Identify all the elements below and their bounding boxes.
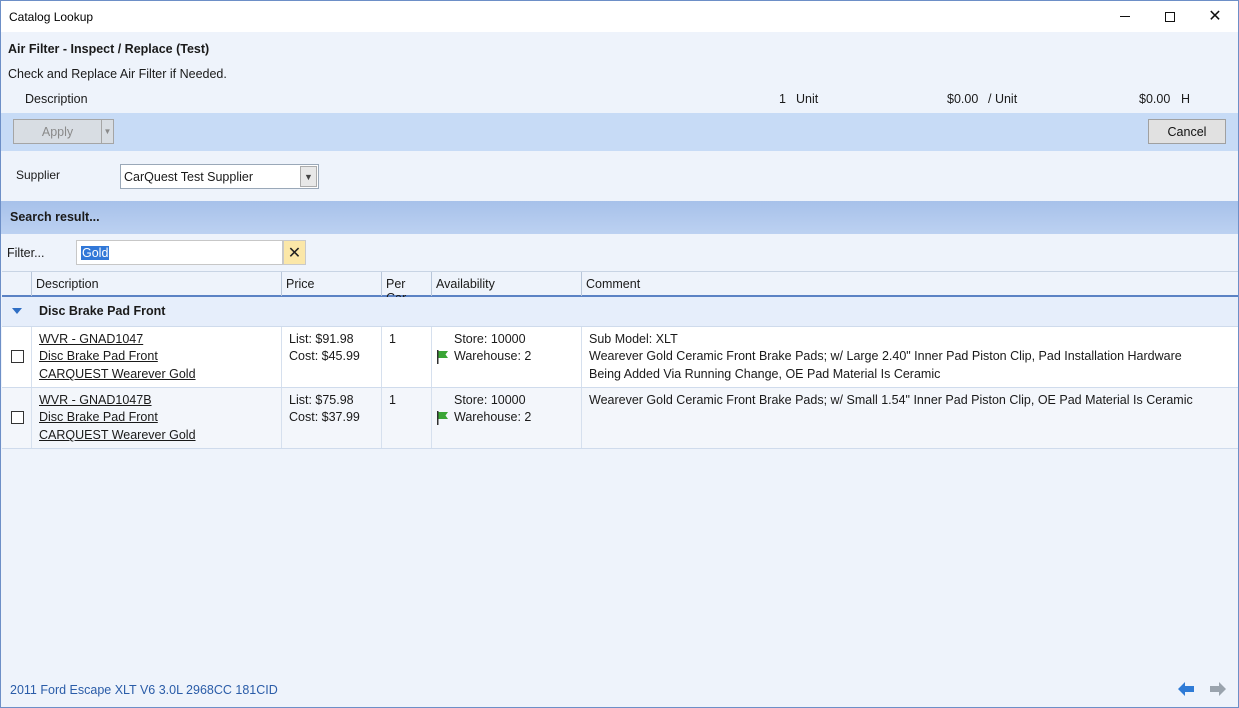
comment-line: Being Added Via Running Change, OE Pad M… xyxy=(589,367,941,381)
results-grid: Description Price Per Car Availability C… xyxy=(2,271,1238,681)
close-button[interactable]: ✕ xyxy=(1192,1,1238,32)
price-cell: List: $75.98 Cost: $37.99 xyxy=(282,388,382,448)
comment-line: Wearever Gold Ceramic Front Brake Pads; … xyxy=(589,393,1193,407)
line-total-suffix: H xyxy=(1181,92,1191,106)
vehicle-info: 2011 Ford Escape XLT V6 3.0L 2968CC 181C… xyxy=(10,683,278,697)
green-flag-icon xyxy=(437,350,448,364)
column-header-per-car[interactable]: Per Car xyxy=(382,272,432,305)
grid-header: Description Price Per Car Availability C… xyxy=(2,271,1238,305)
availability-cell: Store: 10000 Warehouse: 2 xyxy=(432,327,582,387)
green-flag-icon xyxy=(437,411,448,425)
supplier-dropdown-button[interactable]: ▼ xyxy=(300,166,317,187)
service-description: Check and Replace Air Filter if Needed. xyxy=(8,67,227,81)
per-car-cell: 1 xyxy=(382,388,432,448)
line-price-unit: / Unit xyxy=(988,92,1018,106)
warehouse-stock: Warehouse: 2 xyxy=(454,349,532,363)
warehouse-stock: Warehouse: 2 xyxy=(454,410,532,424)
title-bar: Catalog Lookup ✕ xyxy=(1,1,1238,32)
per-car-cell: 1 xyxy=(382,327,432,387)
column-header-availability[interactable]: Availability xyxy=(432,272,582,296)
group-row[interactable]: Disc Brake Pad Front xyxy=(2,297,1238,327)
filter-label: Filter... xyxy=(7,246,45,260)
list-price: List: $75.98 xyxy=(289,393,354,407)
supplier-section: Supplier CarQuest Test Supplier ▼ xyxy=(1,151,1238,201)
chevron-down-icon: ▼ xyxy=(304,171,313,182)
column-header-price[interactable]: Price xyxy=(282,272,382,296)
row-checkbox[interactable] xyxy=(11,350,24,363)
cost-price: Cost: $45.99 xyxy=(289,349,360,363)
supplier-label: Supplier xyxy=(16,168,61,182)
description-cell: WVR - GNAD1047B Disc Brake Pad Front CAR… xyxy=(32,388,282,448)
filter-input[interactable]: Gold xyxy=(76,240,283,265)
part-name-link[interactable]: Disc Brake Pad Front xyxy=(39,349,158,363)
column-header-description[interactable]: Description xyxy=(32,272,282,296)
catalog-lookup-window: Catalog Lookup ✕ Air Filter - Inspect / … xyxy=(0,0,1239,708)
window-title: Catalog Lookup xyxy=(9,10,94,24)
filter-section: Filter... Gold ✕ xyxy=(1,234,1238,271)
supplier-select[interactable]: CarQuest Test Supplier ▼ xyxy=(120,164,319,189)
service-title: Air Filter - Inspect / Replace (Test) xyxy=(8,42,210,56)
filter-value: Gold xyxy=(81,246,110,260)
line-total: $0.00 xyxy=(1139,92,1171,106)
header-select xyxy=(2,272,32,296)
group-title: Disc Brake Pad Front xyxy=(39,304,166,318)
comment-cell: Wearever Gold Ceramic Front Brake Pads; … xyxy=(582,388,1238,448)
line-description-label: Description xyxy=(25,92,88,106)
close-icon: ✕ xyxy=(1208,7,1222,25)
arrow-right-icon[interactable] xyxy=(1209,681,1227,697)
service-header: Air Filter - Inspect / Replace (Test) Ch… xyxy=(1,32,1238,113)
brand-link[interactable]: CARQUEST Wearever Gold xyxy=(39,367,196,381)
arrow-left-icon[interactable] xyxy=(1177,681,1195,697)
collapse-triangle-icon[interactable] xyxy=(12,308,22,314)
apply-dropdown-button[interactable]: ▼ xyxy=(101,119,114,144)
list-price: List: $91.98 xyxy=(289,332,354,346)
per-car-value: 1 xyxy=(389,393,396,407)
action-toolbar: Apply ▼ Cancel xyxy=(1,113,1238,151)
row-checkbox[interactable] xyxy=(11,411,24,424)
search-result-title: Search result... xyxy=(10,210,100,224)
table-row: WVR - GNAD1047 Disc Brake Pad Front CARQ… xyxy=(2,327,1238,388)
apply-button[interactable]: Apply xyxy=(13,119,102,144)
minimize-button[interactable] xyxy=(1102,1,1148,32)
line-quantity: 1 xyxy=(779,92,786,106)
brand-link[interactable]: CARQUEST Wearever Gold xyxy=(39,428,196,442)
chevron-down-icon: ▼ xyxy=(103,127,112,136)
row-select-cell xyxy=(2,388,32,448)
search-result-header: Search result... xyxy=(1,201,1238,234)
comment-line: Sub Model: XLT xyxy=(589,332,678,346)
part-number-link[interactable]: WVR - GNAD1047 xyxy=(39,332,143,346)
line-quantity-unit: Unit xyxy=(796,92,819,106)
availability-cell: Store: 10000 Warehouse: 2 xyxy=(432,388,582,448)
maximize-icon xyxy=(1165,11,1175,22)
table-row: WVR - GNAD1047B Disc Brake Pad Front CAR… xyxy=(2,388,1238,449)
maximize-button[interactable] xyxy=(1147,1,1193,32)
store-stock: Store: 10000 xyxy=(454,332,526,346)
part-number-link[interactable]: WVR - GNAD1047B xyxy=(39,393,152,407)
supplier-value: CarQuest Test Supplier xyxy=(124,170,253,184)
description-cell: WVR - GNAD1047 Disc Brake Pad Front CARQ… xyxy=(32,327,282,387)
line-unit-price: $0.00 xyxy=(947,92,979,106)
clear-filter-button[interactable]: ✕ xyxy=(283,240,306,265)
column-header-comment[interactable]: Comment xyxy=(582,272,1238,296)
price-cell: List: $91.98 Cost: $45.99 xyxy=(282,327,382,387)
store-stock: Store: 10000 xyxy=(454,393,526,407)
part-name-link[interactable]: Disc Brake Pad Front xyxy=(39,410,158,424)
per-car-value: 1 xyxy=(389,332,396,346)
comment-line: Wearever Gold Ceramic Front Brake Pads; … xyxy=(589,349,1182,363)
minimize-icon xyxy=(1120,16,1130,17)
cancel-button[interactable]: Cancel xyxy=(1148,119,1226,144)
clear-x-icon: ✕ xyxy=(287,244,302,262)
cost-price: Cost: $37.99 xyxy=(289,410,360,424)
comment-cell: Sub Model: XLT Wearever Gold Ceramic Fro… xyxy=(582,327,1238,387)
row-select-cell xyxy=(2,327,32,387)
